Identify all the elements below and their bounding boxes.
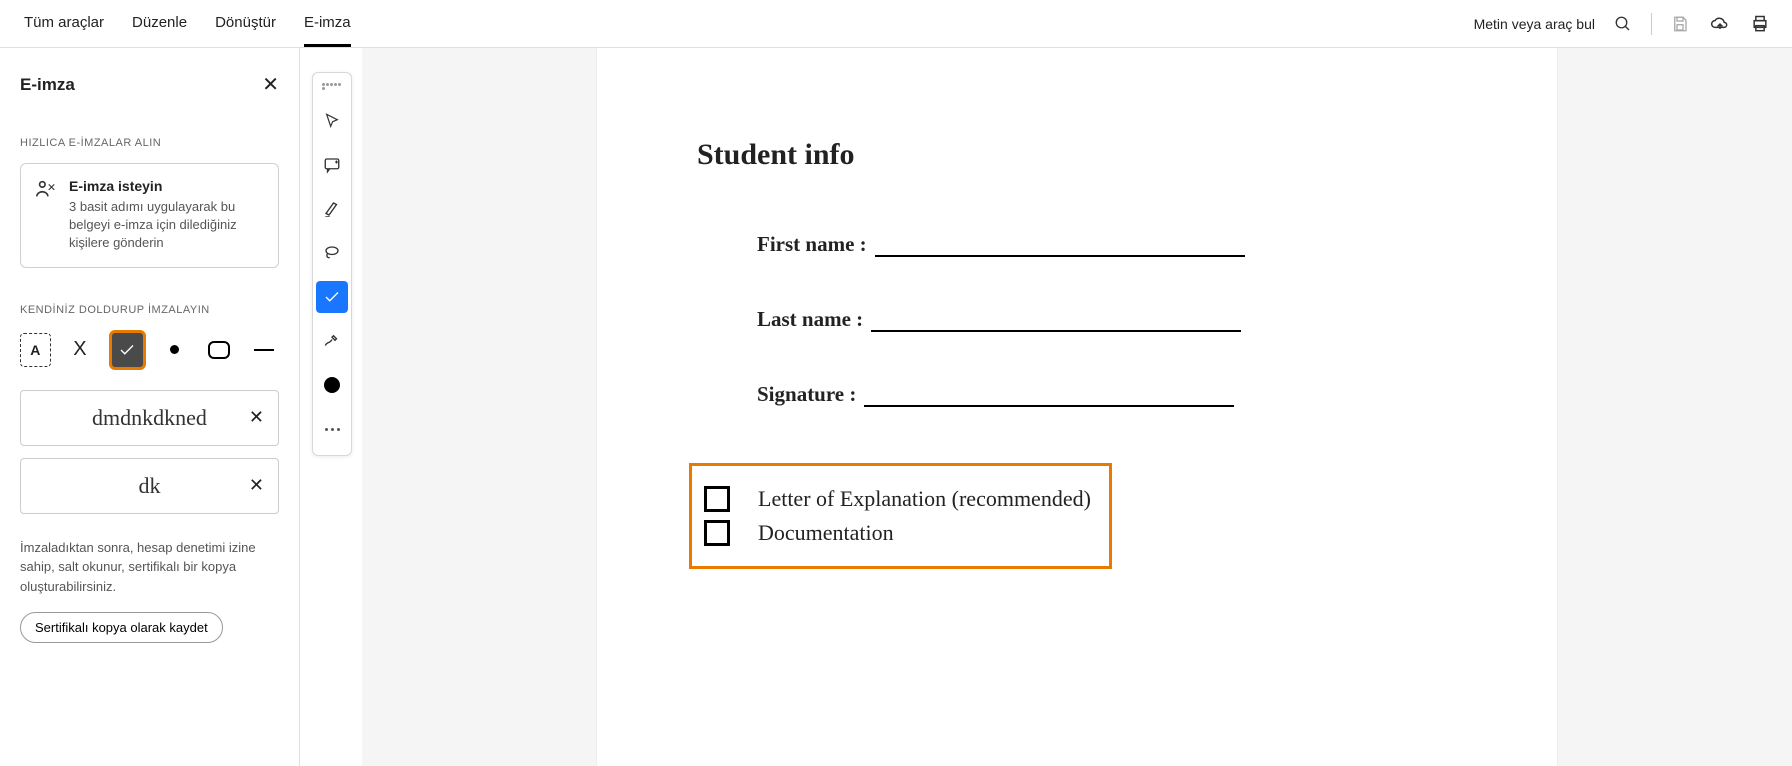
- field-input-line[interactable]: [871, 308, 1241, 332]
- fill-tool-row: A X: [20, 330, 279, 370]
- signature-2[interactable]: dk ✕: [20, 458, 279, 514]
- checkbox-documentation[interactable]: [704, 520, 730, 546]
- signature-1[interactable]: dmdnkdkned ✕: [20, 390, 279, 446]
- tab-esign[interactable]: E-imza: [304, 0, 351, 47]
- highlight-tool-icon[interactable]: [316, 193, 348, 225]
- main-tabs: Tüm araçlar Düzenle Dönüştür E-imza: [24, 0, 351, 47]
- people-sign-icon: [35, 178, 57, 200]
- section-fillsign-label: KENDİNİZ DOLDURUP İMZALAYIN: [20, 304, 279, 316]
- cross-tool[interactable]: X: [65, 333, 95, 367]
- checkbox-letter[interactable]: [704, 486, 730, 512]
- field-input-line[interactable]: [864, 383, 1234, 407]
- cloud-upload-icon[interactable]: [1708, 12, 1732, 36]
- tab-convert[interactable]: Dönüştür: [215, 0, 276, 47]
- document-page[interactable]: Student info First name : Last name : Si…: [597, 48, 1557, 766]
- esign-panel: E-imza ✕ HIZLICA E-İMZALAR ALIN E-imza i…: [0, 48, 300, 766]
- delete-signature-2-icon[interactable]: ✕: [249, 475, 264, 496]
- signature-2-text: dk: [139, 473, 161, 499]
- save-certified-button[interactable]: Sertifikalı kopya olarak kaydet: [20, 612, 223, 643]
- search-icon[interactable]: [1611, 12, 1635, 36]
- checkbox-label: Documentation: [758, 520, 894, 546]
- document-area: Student info First name : Last name : Si…: [362, 48, 1792, 766]
- field-label: First name :: [757, 232, 867, 257]
- checkbox-label: Letter of Explanation (recommended): [758, 486, 1091, 512]
- comment-tool-icon[interactable]: [316, 149, 348, 181]
- field-label: Signature :: [757, 382, 856, 407]
- separator: [1651, 13, 1652, 35]
- request-desc: 3 basit adımı uygulayarak bu belgeyi e-i…: [69, 198, 264, 253]
- field-label: Last name :: [757, 307, 863, 332]
- delete-signature-1-icon[interactable]: ✕: [249, 407, 264, 428]
- top-toolbar: Tüm araçlar Düzenle Dönüştür E-imza Meti…: [0, 0, 1792, 48]
- close-panel-icon[interactable]: ✕: [262, 72, 279, 97]
- tab-edit[interactable]: Düzenle: [132, 0, 187, 47]
- field-first-name: First name :: [757, 232, 1457, 257]
- field-input-line[interactable]: [875, 233, 1245, 257]
- fill-color-icon[interactable]: [316, 369, 348, 401]
- tab-all-tools[interactable]: Tüm araçlar: [24, 0, 104, 47]
- panel-title: E-imza: [20, 75, 75, 95]
- more-tools-icon[interactable]: [316, 413, 348, 445]
- rounded-rect-tool[interactable]: [204, 333, 234, 367]
- top-right-controls: Metin veya araç bul: [1474, 12, 1772, 36]
- search-label: Metin veya araç bul: [1474, 16, 1595, 32]
- checkbox-highlight-region: Letter of Explanation (recommended) Docu…: [689, 463, 1112, 569]
- checkbox-row-documentation: Documentation: [704, 520, 1091, 546]
- field-signature: Signature :: [757, 382, 1457, 407]
- checkmark-tool[interactable]: [109, 330, 145, 370]
- panel-footer-text: İmzaladıktan sonra, hesap denetimi izine…: [20, 538, 279, 597]
- toolbar-grip[interactable]: [322, 83, 342, 89]
- sign-tool-icon[interactable]: [316, 325, 348, 357]
- lasso-tool-icon[interactable]: [316, 237, 348, 269]
- field-last-name: Last name :: [757, 307, 1457, 332]
- vertical-toolbar: [312, 72, 352, 456]
- line-tool[interactable]: [249, 333, 279, 367]
- request-title: E-imza isteyin: [69, 178, 264, 194]
- save-icon[interactable]: [1668, 12, 1692, 36]
- print-icon[interactable]: [1748, 12, 1772, 36]
- signature-1-text: dmdnkdkned: [92, 405, 207, 431]
- section-request-label: HIZLICA E-İMZALAR ALIN: [20, 137, 279, 149]
- checkbox-row-letter: Letter of Explanation (recommended): [704, 486, 1091, 512]
- pointer-tool-icon[interactable]: [316, 105, 348, 137]
- document-title: Student info: [697, 138, 1457, 172]
- check-tool-icon[interactable]: [316, 281, 348, 313]
- text-tool[interactable]: A: [20, 333, 51, 367]
- dot-tool[interactable]: [160, 333, 190, 367]
- request-signature-card[interactable]: E-imza isteyin 3 basit adımı uygulayarak…: [20, 163, 279, 268]
